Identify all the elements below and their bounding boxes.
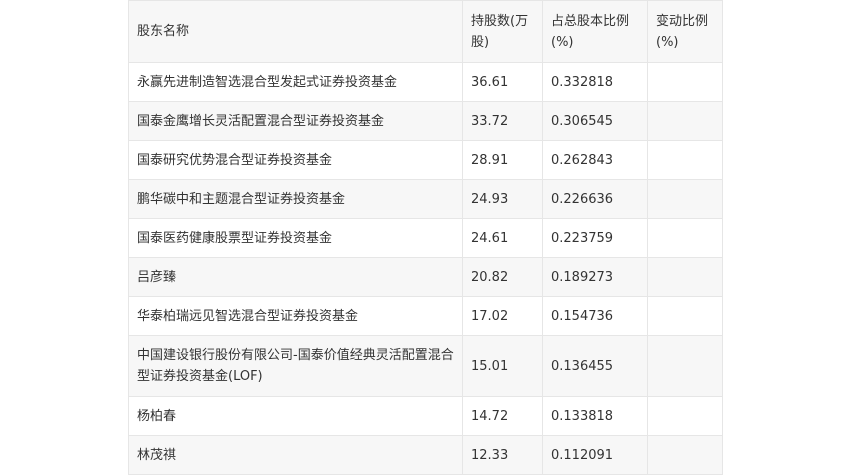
cell-ratio: 0.332818	[542, 62, 648, 102]
cell-change	[647, 396, 723, 436]
cell-name: 吕彦臻	[128, 257, 463, 297]
cell-shares: 28.91	[462, 140, 543, 180]
table-row: 吕彦臻 20.82 0.189273	[128, 257, 723, 297]
cell-ratio: 0.223759	[542, 218, 648, 258]
cell-ratio: 0.226636	[542, 179, 648, 219]
cell-name: 林茂祺	[128, 435, 463, 475]
cell-shares: 12.33	[462, 435, 543, 475]
header-ratio: 占总股本比例(%)	[542, 0, 648, 63]
cell-change	[647, 101, 723, 141]
cell-change	[647, 62, 723, 102]
cell-ratio: 0.154736	[542, 296, 648, 336]
cell-change	[647, 435, 723, 475]
header-change: 变动比例(%)	[647, 0, 723, 63]
table-row: 中国建设银行股份有限公司-国泰价值经典灵活配置混合型证券投资基金(LOF) 15…	[128, 335, 723, 397]
cell-name: 华泰柏瑞远见智选混合型证券投资基金	[128, 296, 463, 336]
cell-name: 国泰金鹰增长灵活配置混合型证券投资基金	[128, 101, 463, 141]
cell-name: 永赢先进制造智选混合型发起式证券投资基金	[128, 62, 463, 102]
cell-change	[647, 335, 723, 397]
header-shares: 持股数(万股)	[462, 0, 543, 63]
cell-change	[647, 257, 723, 297]
table-row: 国泰医药健康股票型证券投资基金 24.61 0.223759	[128, 218, 723, 258]
cell-shares: 14.72	[462, 396, 543, 436]
cell-name: 鹏华碳中和主题混合型证券投资基金	[128, 179, 463, 219]
cell-shares: 33.72	[462, 101, 543, 141]
table-row: 杨柏春 14.72 0.133818	[128, 396, 723, 436]
cell-name: 国泰医药健康股票型证券投资基金	[128, 218, 463, 258]
cell-ratio: 0.306545	[542, 101, 648, 141]
cell-change	[647, 179, 723, 219]
cell-ratio: 0.112091	[542, 435, 648, 475]
table-row: 永赢先进制造智选混合型发起式证券投资基金 36.61 0.332818	[128, 62, 723, 102]
cell-ratio: 0.189273	[542, 257, 648, 297]
cell-shares: 15.01	[462, 335, 543, 397]
cell-ratio: 0.133818	[542, 396, 648, 436]
cell-name: 杨柏春	[128, 396, 463, 436]
cell-shares: 20.82	[462, 257, 543, 297]
cell-ratio: 0.262843	[542, 140, 648, 180]
table-row: 国泰研究优势混合型证券投资基金 28.91 0.262843	[128, 140, 723, 180]
table-row: 国泰金鹰增长灵活配置混合型证券投资基金 33.72 0.306545	[128, 101, 723, 141]
cell-change	[647, 140, 723, 180]
cell-shares: 17.02	[462, 296, 543, 336]
cell-ratio: 0.136455	[542, 335, 648, 397]
table-header-row: 股东名称 持股数(万股) 占总股本比例(%) 变动比例(%)	[128, 0, 723, 63]
cell-shares: 24.61	[462, 218, 543, 258]
table-row: 鹏华碳中和主题混合型证券投资基金 24.93 0.226636	[128, 179, 723, 219]
cell-name: 国泰研究优势混合型证券投资基金	[128, 140, 463, 180]
shareholder-table: 股东名称 持股数(万股) 占总股本比例(%) 变动比例(%) 永赢先进制造智选混…	[128, 0, 723, 475]
table-row: 林茂祺 12.33 0.112091	[128, 435, 723, 475]
cell-shares: 36.61	[462, 62, 543, 102]
cell-change	[647, 296, 723, 336]
table-row: 华泰柏瑞远见智选混合型证券投资基金 17.02 0.154736	[128, 296, 723, 336]
cell-shares: 24.93	[462, 179, 543, 219]
header-name: 股东名称	[128, 0, 463, 63]
cell-change	[647, 218, 723, 258]
cell-name: 中国建设银行股份有限公司-国泰价值经典灵活配置混合型证券投资基金(LOF)	[128, 335, 463, 397]
